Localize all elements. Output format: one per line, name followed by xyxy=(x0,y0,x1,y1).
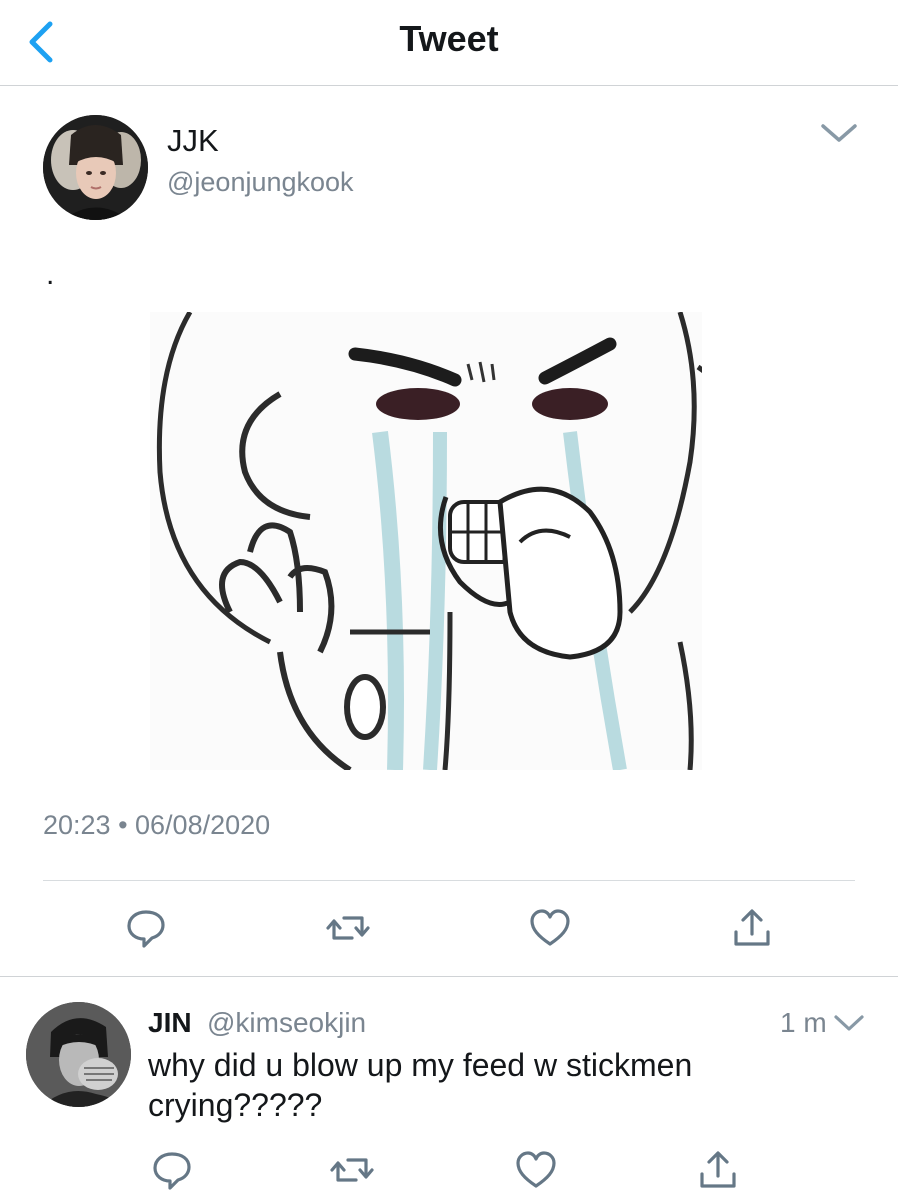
reply-button[interactable] xyxy=(124,906,168,950)
reply-menu-button[interactable] xyxy=(832,1010,866,1036)
reply-author-handle[interactable]: @kimseokjin xyxy=(207,1007,366,1039)
avatar[interactable] xyxy=(26,1002,131,1107)
share-icon xyxy=(734,909,770,946)
share-icon xyxy=(700,1151,736,1188)
tweet-text: . xyxy=(46,258,55,291)
retweet-icon xyxy=(326,916,370,940)
avatar[interactable] xyxy=(43,115,148,220)
tweet-image[interactable] xyxy=(150,312,702,770)
divider xyxy=(0,976,898,977)
page-title: Tweet xyxy=(399,18,499,59)
tweet-menu-button[interactable] xyxy=(818,118,860,148)
like-button[interactable] xyxy=(528,906,572,950)
chevron-down-icon xyxy=(834,1015,864,1031)
retweet-icon xyxy=(330,1158,374,1182)
like-icon xyxy=(530,909,570,946)
chevron-down-icon xyxy=(821,124,857,142)
reply-button[interactable] xyxy=(150,1148,194,1192)
like-icon xyxy=(516,1151,556,1188)
retweet-button[interactable] xyxy=(330,1148,374,1192)
tweet-timestamp: 20:23 • 06/08/2020 xyxy=(43,810,271,840)
author-name[interactable]: JJK xyxy=(167,123,219,159)
nav-header: Tweet xyxy=(0,0,898,86)
reply-author-name[interactable]: JIN xyxy=(148,1007,192,1039)
divider xyxy=(43,880,855,881)
profile-photo xyxy=(43,115,148,220)
retweet-button[interactable] xyxy=(326,906,370,950)
like-button[interactable] xyxy=(514,1148,558,1192)
share-button[interactable] xyxy=(730,906,774,950)
reply-time: 1 m xyxy=(780,1007,827,1038)
share-button[interactable] xyxy=(696,1148,740,1192)
reply-text: why did u blow up my feed w stickmen cry… xyxy=(148,1047,693,1123)
reply-icon xyxy=(127,910,165,948)
reply-icon xyxy=(153,1152,191,1190)
profile-photo xyxy=(26,1002,131,1107)
author-handle[interactable]: @jeonjungkook xyxy=(167,167,354,198)
crying-stickman-image xyxy=(150,312,702,770)
